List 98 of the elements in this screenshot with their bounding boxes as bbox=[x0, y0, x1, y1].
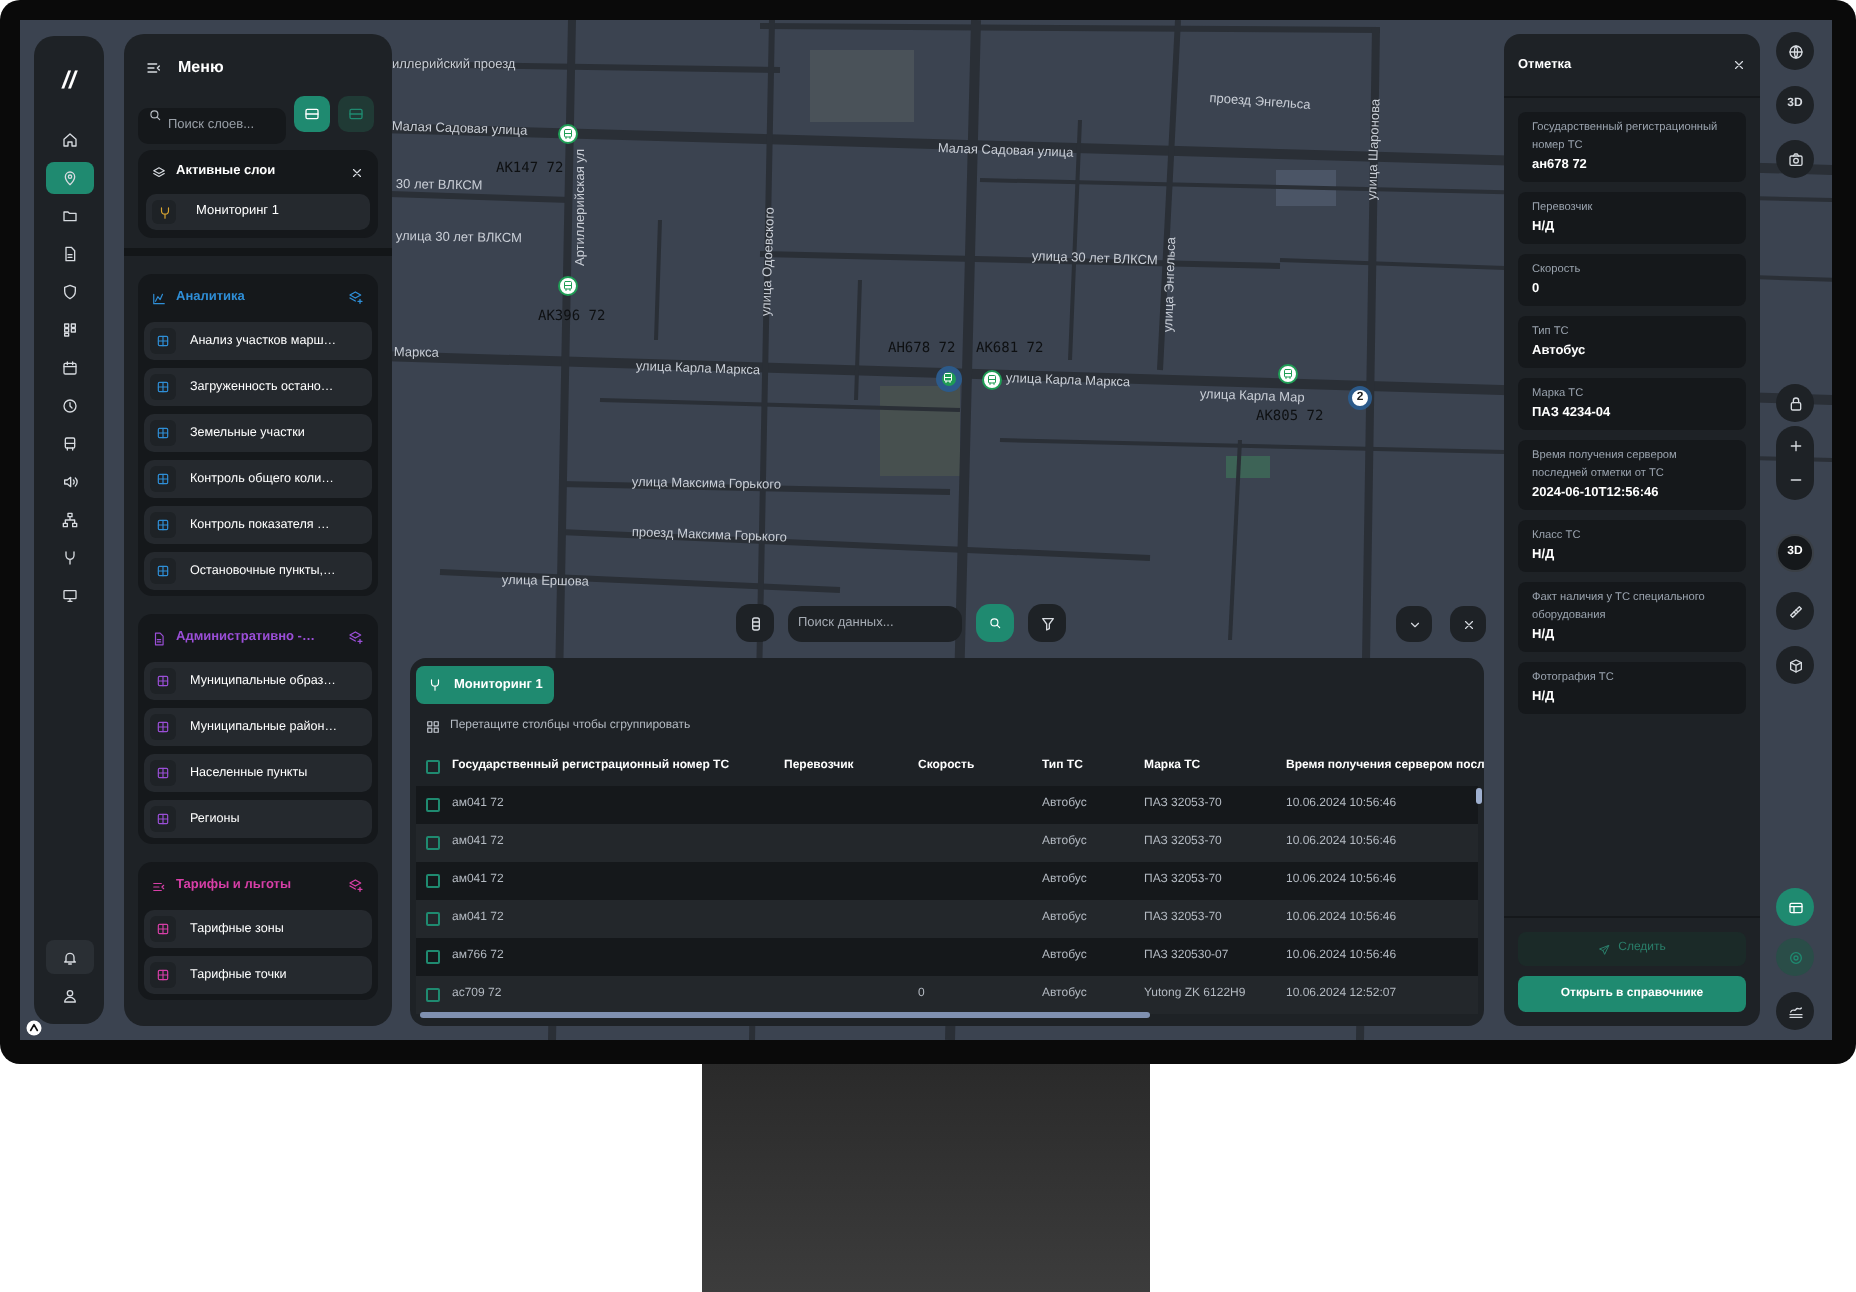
clock-icon bbox=[61, 398, 77, 414]
grid-icon bbox=[156, 720, 170, 734]
grid-icon bbox=[156, 518, 170, 532]
close-button[interactable] bbox=[1732, 58, 1746, 72]
bus-icon bbox=[562, 280, 574, 292]
row-checkbox[interactable] bbox=[426, 950, 440, 964]
panel-icon bbox=[304, 106, 320, 122]
fork-icon bbox=[61, 550, 77, 566]
bell-icon bbox=[61, 949, 77, 965]
grid-icon bbox=[156, 380, 170, 394]
close-icon bbox=[1461, 617, 1475, 631]
row-checkbox[interactable] bbox=[426, 836, 440, 850]
map-pin-icon bbox=[61, 170, 77, 186]
add-layer-button[interactable] bbox=[348, 630, 364, 646]
view-toggle-button[interactable] bbox=[338, 96, 374, 132]
grid-icon bbox=[156, 674, 170, 688]
menu-toggle-button[interactable] bbox=[146, 60, 162, 76]
filter-button[interactable] bbox=[1028, 604, 1066, 642]
plus-icon bbox=[1787, 438, 1803, 455]
panel-icon bbox=[348, 106, 364, 122]
grid-icon bbox=[156, 472, 170, 486]
grid-icon bbox=[156, 922, 170, 936]
monitor-icon bbox=[61, 588, 77, 604]
globe-icon bbox=[1787, 43, 1803, 59]
search-icon bbox=[148, 107, 162, 121]
list-icon bbox=[747, 615, 763, 631]
grid-icon bbox=[61, 322, 77, 338]
add-layer-button[interactable] bbox=[348, 878, 364, 894]
list-button[interactable] bbox=[736, 604, 774, 642]
map-logo-icon bbox=[24, 1018, 44, 1038]
grid-icon bbox=[156, 334, 170, 348]
fork-glyph-icon bbox=[157, 205, 171, 219]
bus-stop-marker[interactable] bbox=[935, 365, 961, 391]
grid-icon bbox=[156, 564, 170, 578]
grid-icon bbox=[156, 968, 170, 982]
menu-icon bbox=[146, 60, 162, 76]
layers-button[interactable] bbox=[1776, 992, 1814, 1030]
layers-plus-icon bbox=[348, 630, 364, 646]
bus-icon bbox=[562, 128, 574, 140]
bus-stop-marker[interactable] bbox=[558, 124, 578, 144]
home-icon bbox=[61, 132, 77, 148]
close-icon bbox=[1732, 58, 1746, 72]
globe-button[interactable] bbox=[1776, 32, 1814, 70]
row-checkbox[interactable] bbox=[426, 798, 440, 812]
grid-icon bbox=[156, 426, 170, 440]
menu-title: Меню bbox=[178, 56, 224, 80]
hierarchy-icon bbox=[61, 512, 77, 528]
fork-icon bbox=[428, 678, 442, 692]
target-icon bbox=[1787, 949, 1803, 965]
camera-icon bbox=[1787, 151, 1803, 167]
lock-icon bbox=[1787, 395, 1803, 411]
waves-icon bbox=[1787, 1003, 1803, 1019]
calendar-icon bbox=[61, 360, 77, 376]
speaker-icon bbox=[61, 474, 77, 490]
track-button[interactable] bbox=[1776, 938, 1814, 976]
nav-button[interactable] bbox=[45, 162, 93, 194]
close-button[interactable] bbox=[350, 165, 364, 179]
bus-icon bbox=[986, 374, 998, 386]
shield-icon bbox=[61, 284, 77, 300]
table-toggle-button[interactable] bbox=[1776, 888, 1814, 926]
bus-stop-marker[interactable] bbox=[982, 370, 1002, 390]
cube-icon bbox=[1787, 657, 1803, 673]
search-icon bbox=[988, 616, 1002, 630]
table-icon bbox=[1787, 899, 1803, 915]
add-layer-button[interactable] bbox=[348, 290, 364, 306]
grid-icon bbox=[156, 812, 170, 826]
bus-stop-marker[interactable] bbox=[1278, 364, 1298, 384]
chevron-down-icon bbox=[1407, 617, 1421, 631]
view-toggle-button[interactable] bbox=[294, 96, 330, 132]
search-button[interactable] bbox=[976, 604, 1014, 642]
ruler-button[interactable] bbox=[1776, 592, 1814, 630]
filter-icon bbox=[1039, 615, 1055, 631]
row-checkbox[interactable] bbox=[426, 988, 440, 1002]
row-checkbox[interactable] bbox=[426, 912, 440, 926]
screenshot-button[interactable] bbox=[1776, 140, 1814, 178]
bus-icon bbox=[61, 436, 77, 452]
document-icon bbox=[61, 246, 77, 262]
folder-icon bbox=[61, 208, 77, 224]
object-button[interactable] bbox=[1776, 646, 1814, 684]
layers-plus-icon bbox=[348, 290, 364, 306]
bell-button[interactable] bbox=[45, 940, 93, 974]
vertical-scrollbar bbox=[1476, 788, 1482, 804]
layers-plus-icon bbox=[348, 878, 364, 894]
close-icon bbox=[350, 165, 364, 179]
bus-icon bbox=[942, 372, 954, 384]
user-icon bbox=[61, 987, 77, 1003]
grid-icon bbox=[156, 766, 170, 780]
ruler-icon bbox=[1787, 603, 1803, 619]
layers-icon bbox=[152, 165, 166, 179]
select-all-checkbox[interactable] bbox=[426, 760, 440, 774]
row-checkbox[interactable] bbox=[426, 874, 440, 888]
bus-stop-marker[interactable] bbox=[558, 276, 578, 296]
logo: // bbox=[62, 68, 76, 92]
send-icon bbox=[1598, 943, 1611, 955]
bus-icon bbox=[1282, 368, 1294, 380]
lock-button[interactable] bbox=[1776, 384, 1814, 422]
zoom-in-button[interactable] bbox=[1787, 438, 1803, 455]
grid-icon bbox=[426, 719, 440, 733]
